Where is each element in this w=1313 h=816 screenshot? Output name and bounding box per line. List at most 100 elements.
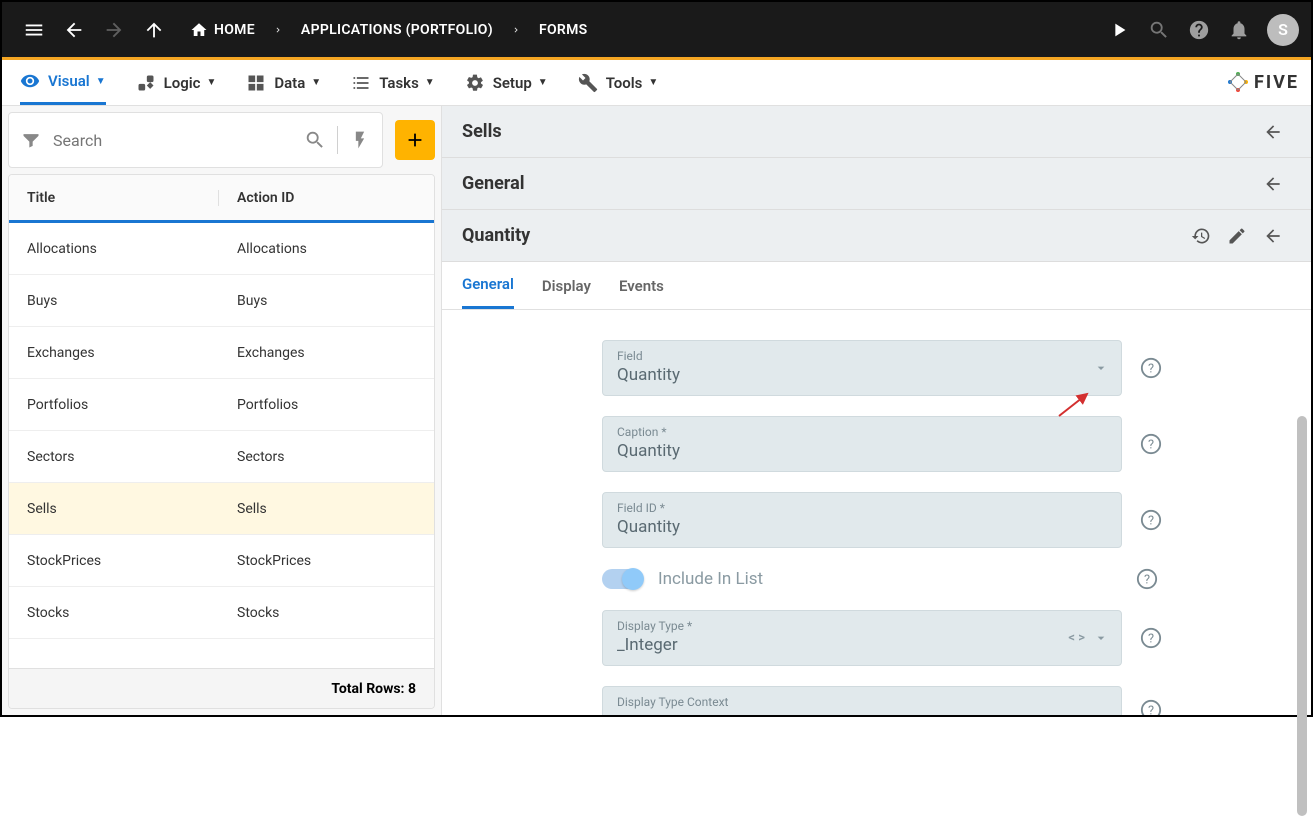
chevron-down-icon: ▼: [96, 76, 106, 87]
svg-text:?: ?: [1148, 704, 1154, 715]
help-icon[interactable]: ?: [1136, 568, 1158, 590]
help-icon[interactable]: ?: [1140, 357, 1162, 379]
chevron-down-icon: ▼: [425, 77, 435, 88]
play-icon[interactable]: [1099, 10, 1139, 50]
menu-data[interactable]: Data ▼: [246, 61, 321, 105]
table-row[interactable]: BuysBuys: [9, 275, 434, 327]
crumb-apps[interactable]: APPLICATIONS (PORTFOLIO): [301, 22, 493, 38]
chevron-down-icon: ▼: [648, 77, 658, 88]
home-icon[interactable]: [190, 21, 214, 39]
svg-text:?: ?: [1148, 362, 1154, 377]
menubar: Visual ▼ Logic ▼ Data ▼ Tasks▼ Setup ▼ Tools…: [2, 60, 1311, 106]
help-icon[interactable]: ?: [1140, 699, 1162, 715]
forward-icon: [94, 10, 134, 50]
table-row[interactable]: ExchangesExchanges: [9, 327, 434, 379]
search-icon[interactable]: [303, 128, 327, 152]
bell-icon[interactable]: [1219, 10, 1259, 50]
header-quantity: Quantity: [442, 210, 1311, 262]
menu-label: Setup: [493, 74, 532, 92]
col-title[interactable]: Title: [9, 190, 219, 206]
crumb-forms[interactable]: FORMS: [539, 22, 588, 38]
table-row[interactable]: SectorsSectors: [9, 431, 434, 483]
back-icon[interactable]: [54, 10, 94, 50]
field-value: Quantity: [617, 441, 1107, 461]
chevron-down-icon: ▼: [538, 77, 548, 88]
caption-input[interactable]: Caption * Quantity: [602, 416, 1122, 472]
chevron-right-icon: [511, 25, 521, 35]
field-label: Display Type *: [617, 619, 1107, 633]
help-icon[interactable]: ?: [1140, 627, 1162, 649]
header-sells: Sells: [442, 106, 1311, 158]
scrollbar[interactable]: [1297, 416, 1307, 816]
menu-label: Data: [274, 74, 305, 92]
history-icon[interactable]: [1183, 218, 1219, 254]
menu-setup[interactable]: Setup ▼: [465, 61, 548, 105]
toggle-label: Include In List: [658, 569, 1118, 589]
code-icon: < >: [1068, 631, 1085, 646]
displaytype-dropdown[interactable]: Display Type * _Integer < >: [602, 610, 1122, 666]
chevron-right-icon: [273, 25, 283, 35]
menu-label: Logic: [164, 74, 201, 92]
svg-text:?: ?: [1144, 573, 1150, 588]
edit-icon[interactable]: [1219, 218, 1255, 254]
section-title: General: [462, 173, 525, 194]
tab-general[interactable]: General: [462, 263, 514, 309]
tab-events[interactable]: Events: [619, 263, 664, 309]
bolt-icon[interactable]: [348, 128, 372, 152]
back-arrow-icon[interactable]: [1255, 218, 1291, 254]
svg-text:?: ?: [1148, 632, 1154, 647]
table-row[interactable]: StocksStocks: [9, 587, 434, 639]
field-label: Field ID *: [617, 501, 1107, 515]
filter-icon[interactable]: [19, 128, 43, 152]
add-button[interactable]: [395, 120, 435, 160]
right-panel: Sells General Quantity General Display E…: [442, 106, 1311, 715]
table-row[interactable]: StockPricesStockPrices: [9, 535, 434, 587]
menu-tools[interactable]: Tools ▼: [578, 61, 659, 105]
search-top-icon[interactable]: [1139, 10, 1179, 50]
avatar[interactable]: S: [1267, 14, 1299, 46]
field-title: Quantity: [462, 225, 530, 246]
tab-display[interactable]: Display: [542, 263, 591, 309]
back-arrow-icon[interactable]: [1255, 166, 1291, 202]
col-action[interactable]: Action ID: [219, 190, 434, 206]
context-input[interactable]: Display Type Context: [602, 686, 1122, 715]
chevron-down-icon: [1093, 630, 1109, 646]
field-value: Quantity: [617, 517, 1107, 537]
chevron-down-icon: [1093, 360, 1109, 376]
help-icon[interactable]: ?: [1140, 433, 1162, 455]
forms-table: Title Action ID AllocationsAllocations B…: [8, 174, 435, 709]
back-arrow-icon[interactable]: [1255, 114, 1291, 150]
help-icon[interactable]: [1179, 10, 1219, 50]
field-label: Display Type Context: [617, 695, 1107, 709]
table-header: Title Action ID: [9, 175, 434, 223]
menu-label: Tools: [606, 74, 643, 92]
field-dropdown[interactable]: Field Quantity: [602, 340, 1122, 396]
search-input[interactable]: [43, 131, 303, 150]
include-toggle[interactable]: [602, 569, 642, 589]
breadcrumb: HOME APPLICATIONS (PORTFOLIO) FORMS: [190, 21, 588, 39]
chevron-down-icon: ▼: [206, 77, 216, 88]
table-row[interactable]: PortfoliosPortfolios: [9, 379, 434, 431]
help-icon[interactable]: ?: [1140, 509, 1162, 531]
menu-icon[interactable]: [14, 10, 54, 50]
field-label: Field: [617, 349, 1107, 363]
page-title: Sells: [462, 121, 502, 142]
menu-visual[interactable]: Visual ▼: [20, 61, 106, 105]
menu-tasks[interactable]: Tasks▼: [351, 61, 435, 105]
fieldid-input[interactable]: Field ID * Quantity: [602, 492, 1122, 548]
svg-text:?: ?: [1148, 514, 1154, 529]
menu-logic[interactable]: Logic ▼: [136, 61, 217, 105]
up-icon[interactable]: [134, 10, 174, 50]
table-row[interactable]: AllocationsAllocations: [9, 223, 434, 275]
form-area: Field Quantity ? Caption * Quantity ? Fi…: [442, 310, 1311, 715]
chevron-down-icon: ▼: [311, 77, 321, 88]
crumb-home[interactable]: HOME: [214, 22, 255, 38]
table-row[interactable]: SellsSells: [9, 483, 434, 535]
tabs: General Display Events: [442, 262, 1311, 310]
main-layout: Title Action ID AllocationsAllocations B…: [2, 106, 1311, 715]
table-body: AllocationsAllocations BuysBuys Exchange…: [9, 223, 434, 668]
field-value: _Integer: [617, 635, 1107, 655]
topbar: HOME APPLICATIONS (PORTFOLIO) FORMS S: [2, 2, 1311, 60]
searchbar: [8, 112, 383, 168]
menu-label: Visual: [48, 72, 90, 90]
